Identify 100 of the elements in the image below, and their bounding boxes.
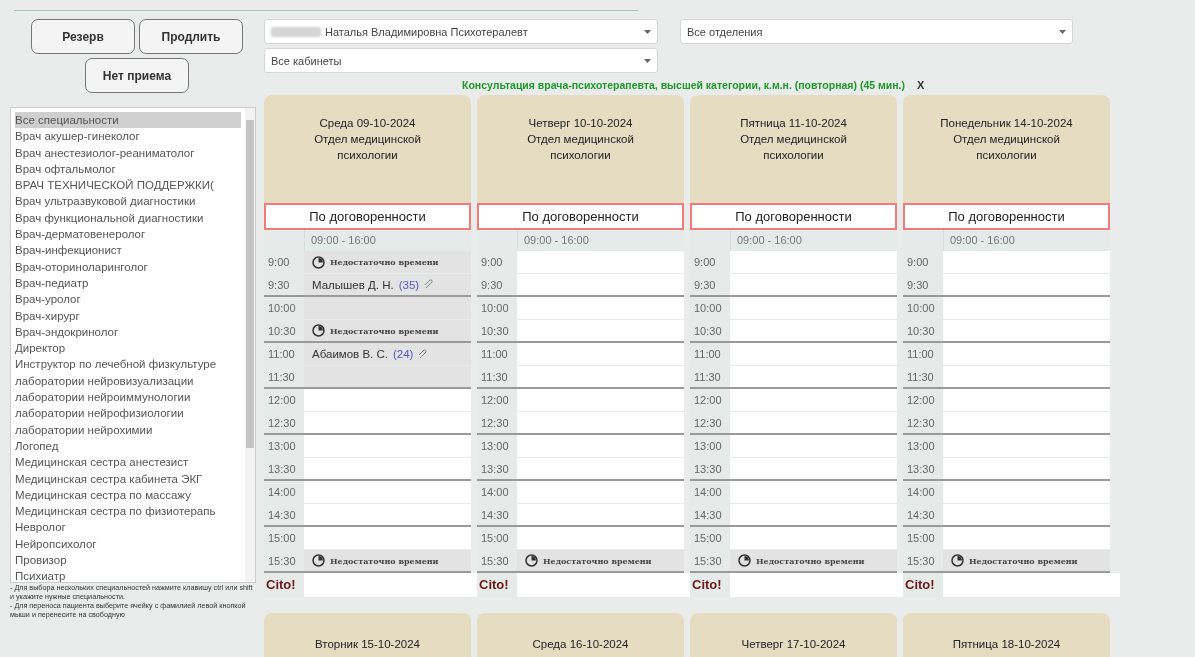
free-slot[interactable] [517,389,684,411]
specialty-item[interactable]: Медицинская сестра анестезист [15,454,241,471]
specialty-item[interactable]: Врач ультразвуковой диагностики [15,193,241,210]
paperclip-icon[interactable] [418,348,430,360]
free-slot[interactable] [943,389,1110,411]
free-slot[interactable] [730,481,897,503]
specialty-item[interactable]: Нейропсихолог [15,535,241,552]
clock-icon [951,554,964,567]
doctor-select[interactable]: Наталья Владимировна Психотералевт [264,19,658,44]
free-slot[interactable] [517,320,684,341]
specialty-item[interactable]: лаборатории нейроиммунологии [15,389,241,406]
specialty-item[interactable]: Врач-инфекционист [15,242,241,259]
free-slot[interactable] [943,481,1110,503]
specialty-item[interactable]: Логопед [15,437,241,455]
free-slot[interactable] [730,343,897,365]
free-slot[interactable] [943,343,1110,365]
free-slot[interactable] [943,435,1110,457]
specialty-item[interactable]: Врач офтальмолог [15,160,241,178]
specialty-item[interactable]: Врач функциональной диагностики [15,209,241,227]
specialty-item[interactable]: Медицинская сестра по массажу [15,486,241,504]
specialty-item[interactable]: ВРАЧ ТЕХНИЧЕСКОЙ ПОДДЕРЖКИ( [15,177,241,194]
free-slot[interactable] [943,412,1110,433]
free-slot[interactable] [730,504,897,525]
free-slot[interactable] [304,389,471,411]
action-button[interactable]: Резерв [31,19,135,54]
specialty-item[interactable]: Врач-уролог [15,291,241,308]
slot-time: 10:30 [906,324,936,339]
free-slot[interactable] [730,274,897,295]
free-slot[interactable] [730,435,897,457]
appointment-mode-button[interactable]: По договоренности [264,203,471,230]
department-select[interactable]: Все отделения [680,19,1073,44]
free-slot[interactable] [304,458,471,479]
specialty-item[interactable]: Директор [15,340,241,357]
specialty-item[interactable]: Врач-оториноларинголог [15,258,241,275]
specialty-item[interactable]: Все специальности [15,112,241,129]
free-slot[interactable] [943,504,1110,525]
free-slot[interactable] [517,251,684,273]
free-slot[interactable] [517,274,684,295]
specialty-item[interactable]: лаборатории нейровизуализации [15,372,241,390]
free-slot[interactable] [304,435,471,457]
specialty-item[interactable]: Врач акушер-гинеколог [15,128,241,145]
free-slot[interactable] [304,412,471,433]
free-slot[interactable] [517,435,684,457]
free-slot[interactable] [304,504,471,525]
free-slot[interactable] [517,412,684,433]
free-slot[interactable] [943,251,1110,273]
specialty-item[interactable]: лаборатории нейрофизиологии [15,405,241,422]
free-slot[interactable] [943,297,1110,319]
cabinet-select[interactable]: Все кабинеты [264,48,658,73]
free-slot[interactable] [943,274,1110,295]
free-slot[interactable] [517,504,684,525]
free-slot[interactable] [517,527,684,549]
specialty-item[interactable]: Психиатр [15,568,241,582]
specialty-item[interactable]: Невролог [15,519,241,536]
specialty-item[interactable]: Врач анестезиолог-реаниматолог [15,144,241,161]
free-slot[interactable] [943,320,1110,341]
paperclip-icon[interactable] [424,279,436,290]
slot-text: Недостаточно времени [756,555,865,566]
free-slot[interactable] [517,481,684,503]
free-slot[interactable] [730,366,897,387]
specialty-item[interactable]: Врач-педиатр [15,274,241,292]
free-slot[interactable] [517,297,684,319]
free-slot[interactable] [730,412,897,433]
specialty-item[interactable]: Медицинская сестра по физиотерапь [15,503,241,520]
appointment-mode-button[interactable]: По договоренности [690,203,897,230]
scrollbar-thumb[interactable] [246,120,254,448]
free-slot[interactable] [730,251,897,273]
specialty-item[interactable]: Инструктор по лечебной физкультуре [15,356,241,373]
day-date: Пятница 11-10-2024 [739,116,848,131]
free-slot[interactable] [730,389,897,411]
specialty-item[interactable]: Врач-хирург [15,307,241,324]
free-slot[interactable] [304,527,471,549]
specialty-item[interactable]: лаборатории нейрохимии [15,421,241,438]
appointment-mode-button[interactable]: По договоренности [903,203,1110,230]
free-slot[interactable] [730,320,897,341]
free-slot[interactable] [943,458,1110,479]
free-slot[interactable] [517,458,684,479]
slot-time: 13:30 [693,462,723,477]
appointment-slot[interactable]: Малышев Д. Н. (35) [304,274,471,295]
free-slot[interactable] [304,481,471,503]
cito-field[interactable] [943,573,1120,597]
specialty-item[interactable]: Врач-дерматовенеролог [15,226,241,243]
specialty-item[interactable]: Медицинская сестра кабинета ЭКГ [15,470,241,487]
action-button[interactable]: Нет приема [85,58,189,93]
free-slot[interactable] [730,458,897,479]
free-slot[interactable] [943,527,1110,549]
free-slot[interactable] [730,297,897,319]
appointment-mode-button[interactable]: По договоренности [477,203,684,230]
free-slot[interactable] [943,366,1110,387]
appointment-slot[interactable]: Абаимов В. С. (24) [304,343,471,365]
specialty-item[interactable]: Врач-эндокринолог [15,323,241,341]
clock-icon [312,324,325,337]
patient-count: (35) [398,278,420,291]
action-button[interactable]: Продлить [139,19,243,54]
free-slot[interactable] [517,343,684,365]
free-slot[interactable] [730,527,897,549]
close-button[interactable]: X [917,79,925,91]
free-slot[interactable] [517,366,684,387]
slot-time: 15:00 [267,531,297,546]
specialty-item[interactable]: Провизор [15,552,241,569]
